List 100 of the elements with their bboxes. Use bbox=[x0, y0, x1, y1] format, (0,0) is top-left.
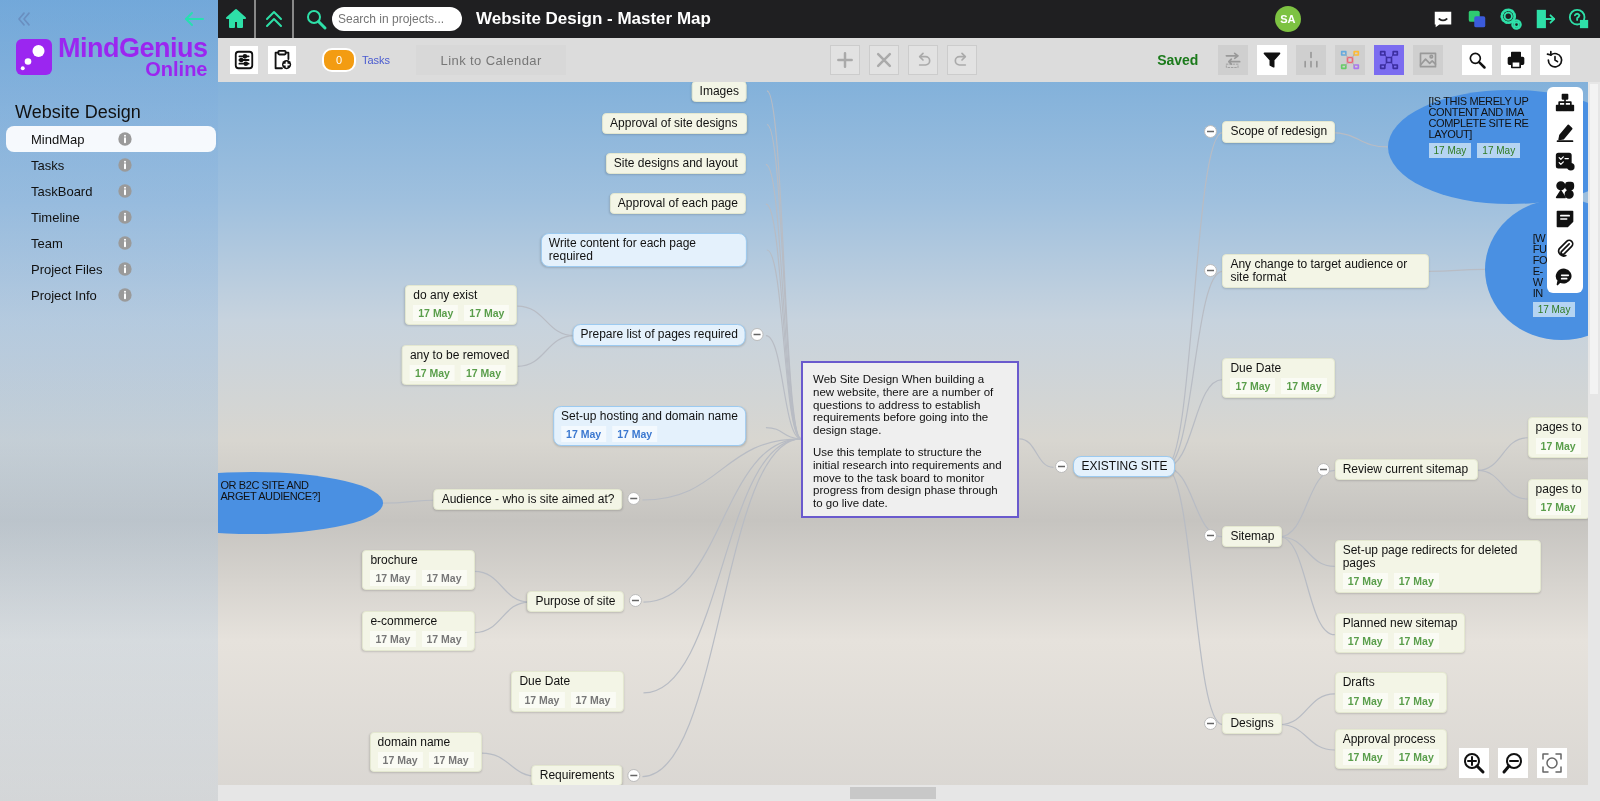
paperclip-button[interactable] bbox=[1555, 238, 1575, 258]
map-node[interactable]: Set-up page redirects for deleted pages 17 May 17 May bbox=[1334, 539, 1541, 594]
note-button[interactable] bbox=[1555, 209, 1575, 229]
collapse-button[interactable] bbox=[1204, 264, 1218, 278]
node-text: Images bbox=[699, 84, 739, 98]
checklist-icon bbox=[1555, 151, 1575, 171]
collapse-button[interactable] bbox=[1204, 125, 1218, 138]
tasks-link[interactable]: Tasks bbox=[362, 54, 391, 66]
collapse-button[interactable] bbox=[1204, 716, 1218, 730]
node-text: Due Date bbox=[519, 675, 572, 689]
options-button[interactable] bbox=[230, 46, 258, 74]
info-icon[interactable] bbox=[117, 183, 133, 199]
map-node[interactable]: Due Date 17 May 17 May bbox=[1222, 358, 1335, 399]
node-text: Review current sitemap bbox=[1342, 463, 1470, 477]
date-chip: 17 May bbox=[370, 570, 416, 587]
map-layout-button[interactable] bbox=[1374, 45, 1405, 75]
collapse-button[interactable] bbox=[627, 768, 641, 782]
date-chip: 17 May bbox=[1393, 573, 1439, 590]
node-text: EXISTING SITE bbox=[1081, 460, 1168, 474]
pen-button[interactable] bbox=[1555, 122, 1575, 142]
date-chip: 17 May bbox=[428, 751, 474, 768]
filter-icon bbox=[1262, 50, 1283, 70]
map-node[interactable]: e-commerce 17 May 17 May bbox=[362, 611, 475, 652]
task-count-badge: 0 bbox=[322, 48, 356, 72]
collapse-button[interactable] bbox=[627, 492, 641, 506]
sidebar-item[interactable]: Tasks bbox=[6, 152, 216, 178]
collapse-button[interactable] bbox=[1055, 459, 1069, 473]
ellipse-topic-text: E- bbox=[1532, 265, 1543, 277]
app-icon[interactable] bbox=[1466, 8, 1488, 30]
map-node[interactable]: Drafts 17 May 17 May bbox=[1334, 672, 1447, 713]
collapse-button[interactable] bbox=[1204, 529, 1218, 543]
map-node[interactable]: Approval of site designs bbox=[602, 113, 747, 135]
date-chip: 17 May bbox=[1281, 378, 1327, 395]
sidebar-item[interactable]: Timeline bbox=[6, 204, 216, 230]
add-task-button[interactable] bbox=[268, 46, 296, 74]
map-node[interactable]: Site designs and layout bbox=[605, 153, 746, 175]
collapse-button[interactable] bbox=[1316, 462, 1330, 476]
info-icon[interactable] bbox=[117, 235, 133, 251]
date-chip: 17 May bbox=[1342, 573, 1388, 590]
map-node[interactable]: Images bbox=[691, 82, 747, 102]
vertical-scrollbar[interactable] bbox=[1588, 82, 1600, 785]
info-icon[interactable] bbox=[117, 287, 133, 303]
ellipse-topic-text: COMPLETE SITE RE bbox=[1428, 117, 1529, 129]
info-icon[interactable] bbox=[117, 157, 133, 173]
connector-line bbox=[1279, 723, 1336, 751]
ellipse-topic-text: OR B2C SITE AND bbox=[220, 479, 309, 491]
node-text: Audience - who is site aimed at? bbox=[441, 492, 615, 506]
map-node[interactable]: Due Date 17 May 17 May bbox=[511, 671, 624, 712]
logo-name: MindGenius bbox=[58, 35, 208, 61]
save-status: Saved bbox=[1157, 52, 1199, 68]
node-text: Write content for each page required bbox=[548, 236, 698, 263]
map-node[interactable]: any to be removed 17 May 17 May bbox=[401, 344, 518, 386]
map-node[interactable]: domain name 17 May 17 May bbox=[369, 731, 482, 772]
map-node[interactable]: Approval process 17 May 17 May bbox=[1334, 728, 1447, 769]
sidebar-item-label: Project Info bbox=[31, 287, 98, 303]
history-button[interactable] bbox=[1540, 45, 1571, 75]
map-node[interactable]: Write content for each page required bbox=[540, 232, 747, 267]
sidebar-item[interactable]: MindMap bbox=[6, 126, 216, 152]
scrollbar-thumb[interactable] bbox=[850, 787, 936, 799]
settings-icon[interactable] bbox=[1500, 8, 1522, 30]
hierarchy-button[interactable] bbox=[1555, 93, 1575, 113]
map-node[interactable]: Planned new sitemap 17 May 17 May bbox=[1334, 613, 1466, 654]
help-icon[interactable] bbox=[1568, 8, 1590, 30]
date-chip: 17 May bbox=[421, 631, 467, 648]
info-icon[interactable] bbox=[117, 261, 133, 277]
map-node[interactable]: do any exist 17 May 17 May bbox=[405, 284, 518, 325]
map-node[interactable]: pages to 17 May bbox=[1527, 417, 1588, 458]
collapse-button[interactable] bbox=[628, 594, 642, 608]
central-note[interactable] bbox=[801, 361, 1020, 519]
search-field[interactable]: Search in projects... bbox=[332, 7, 462, 31]
map-node[interactable]: Set-up hosting and domain name 17 May 17 May bbox=[553, 406, 746, 447]
shapes-button[interactable] bbox=[1555, 180, 1575, 200]
date-chip: 17 May bbox=[1535, 498, 1581, 515]
date-chip: 17 May bbox=[570, 691, 616, 708]
print-icon bbox=[1506, 50, 1527, 70]
map-node[interactable]: Approval of each page bbox=[609, 192, 746, 215]
collapse-button[interactable] bbox=[750, 328, 764, 342]
search-button[interactable] bbox=[1462, 45, 1493, 75]
sidebar-item[interactable]: Project Info bbox=[6, 282, 216, 308]
search-icon[interactable] bbox=[304, 7, 328, 31]
zoom-in-button[interactable] bbox=[1459, 748, 1489, 778]
logout-icon[interactable] bbox=[1534, 8, 1556, 30]
filter-button[interactable] bbox=[1257, 45, 1288, 75]
map-node[interactable]: brochure 17 May 17 May bbox=[362, 550, 475, 591]
sidebar-item[interactable]: TaskBoard bbox=[6, 178, 216, 204]
sidebar-item[interactable]: Team bbox=[6, 230, 216, 256]
checklist-button[interactable] bbox=[1555, 151, 1575, 171]
note-paragraph: Use this template to structure the initial research into requirements and move to the task board to monitor progress from design phase through to go live date. bbox=[813, 446, 1003, 510]
zoom-out-icon bbox=[1501, 751, 1525, 775]
fit-to-screen-button[interactable] bbox=[1537, 748, 1567, 778]
horizontal-scrollbar[interactable] bbox=[218, 785, 1600, 801]
map-node[interactable]: pages to 17 May bbox=[1527, 478, 1588, 519]
print-button[interactable] bbox=[1501, 45, 1532, 75]
info-icon[interactable] bbox=[117, 131, 133, 147]
zoom-in-icon bbox=[1462, 751, 1486, 775]
node-text: Site designs and layout bbox=[613, 157, 738, 171]
zoom-out-button[interactable] bbox=[1498, 748, 1528, 778]
sidebar-item[interactable]: Project Files bbox=[6, 256, 216, 282]
node-text: Sitemap bbox=[1230, 529, 1275, 543]
info-icon[interactable] bbox=[117, 209, 133, 225]
